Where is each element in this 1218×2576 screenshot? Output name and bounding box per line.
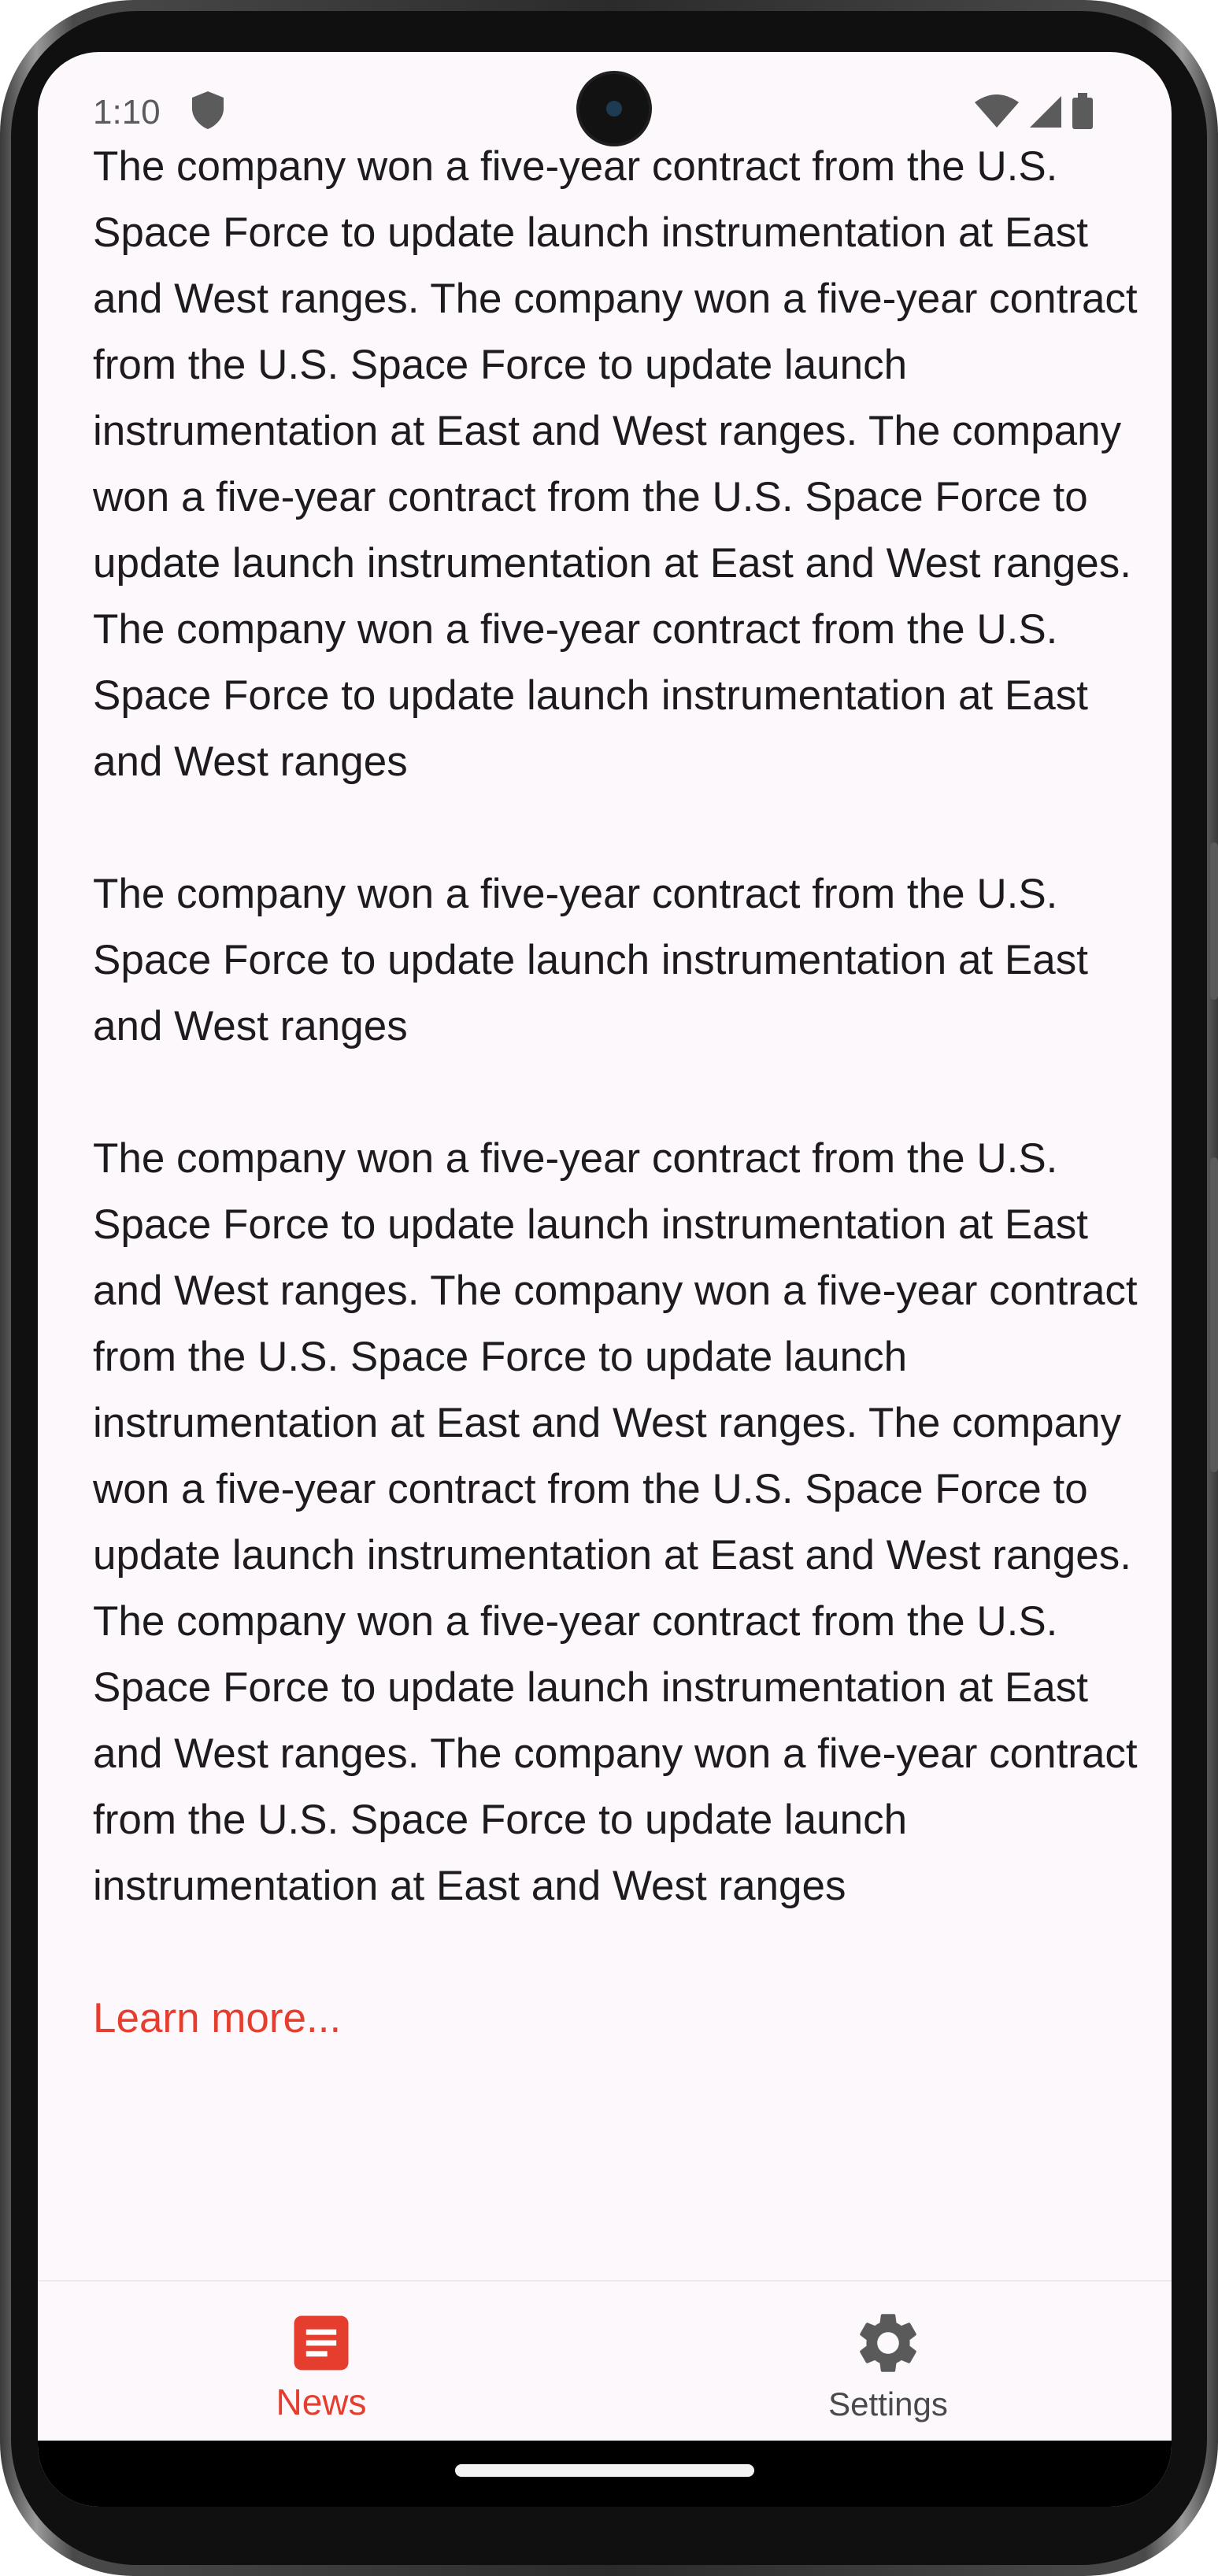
nav-label-settings: Settings (828, 2385, 948, 2422)
status-time: 1:10 (93, 93, 161, 131)
signal-icon (1030, 96, 1061, 128)
article-paragraph-3: The company won a five-year contract fro… (93, 1135, 1138, 1909)
gear-icon (860, 2314, 916, 2372)
article-paragraph-1: The company won a five-year contract fro… (93, 143, 1138, 785)
nav-item-settings[interactable]: Settings (605, 2282, 1172, 2442)
wifi-icon (975, 94, 1019, 128)
news-icon (294, 2315, 349, 2371)
learn-more-link[interactable]: Learn more... (93, 1986, 341, 2052)
status-icons (975, 93, 1093, 129)
article-body: The company won a five-year contract fro… (93, 134, 1140, 2052)
volume-button (1210, 842, 1218, 1000)
nav-item-news[interactable]: News (38, 2282, 605, 2442)
battery-icon (1072, 98, 1093, 129)
screen: 1:10 The company won a five-year contrac… (38, 52, 1172, 2507)
bottom-navigation: News Settings (38, 2280, 1172, 2442)
power-button (1210, 1157, 1218, 1472)
front-camera (579, 74, 649, 143)
shield-icon (192, 91, 224, 129)
status-bar: 1:10 (38, 52, 1172, 170)
article-paragraph-2: The company won a five-year contract fro… (93, 871, 1088, 1049)
home-indicator[interactable] (455, 2464, 754, 2477)
nav-label-news: News (276, 2382, 367, 2422)
